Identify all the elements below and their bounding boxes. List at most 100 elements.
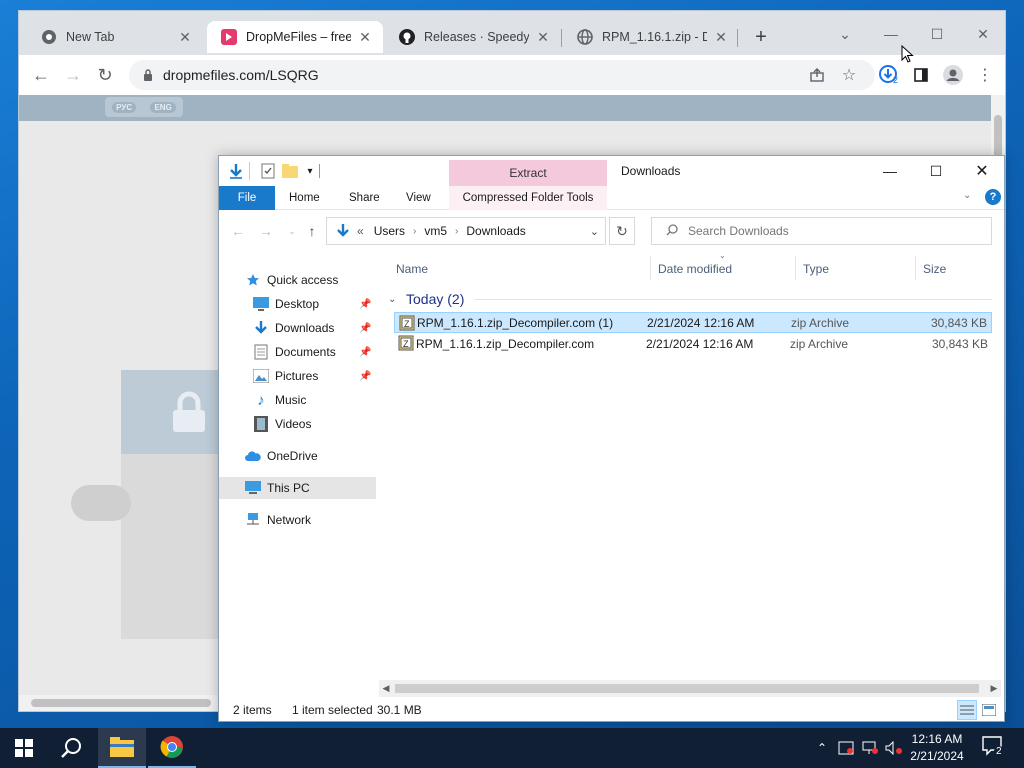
new-folder-icon[interactable] <box>281 162 299 180</box>
chevron-down-icon[interactable]: ⌄ <box>590 225 599 238</box>
back-button[interactable]: ← <box>27 61 55 89</box>
pin-icon[interactable]: 📌 <box>359 299 371 310</box>
taskbar-file-explorer[interactable] <box>98 728 146 768</box>
tab-new-tab[interactable]: New Tab ✕ <box>27 21 203 53</box>
minimize-button[interactable]: — <box>867 156 913 186</box>
pin-icon[interactable]: 📌 <box>359 347 371 358</box>
bookmark-star-icon[interactable]: ☆ <box>835 61 863 89</box>
tab-view[interactable]: View <box>394 186 443 210</box>
back-button[interactable]: ← <box>227 220 249 242</box>
file-size: 30,843 KB <box>931 336 988 351</box>
customize-quick-access-icon[interactable]: ▾ <box>301 162 319 180</box>
tab-dropmefiles[interactable]: DropMeFiles – free o ✕ <box>207 21 383 53</box>
search-input[interactable] <box>688 224 968 238</box>
tab-home[interactable]: Home <box>277 186 332 210</box>
download-count: 2 <box>893 75 899 85</box>
column-header-name[interactable]: Name <box>388 258 650 280</box>
collapse-group-icon[interactable]: ⌄ <box>388 294 402 305</box>
breadcrumb-users[interactable]: Users <box>374 224 405 238</box>
file-row[interactable]: Z RPM_1.16.1.zip_Decompiler.com (1) 2/21… <box>394 312 992 333</box>
star-icon <box>245 272 261 288</box>
nav-downloads[interactable]: Downloads 📌 <box>253 317 381 339</box>
tab-compressed-folder-tools[interactable]: Compressed Folder Tools <box>449 186 607 210</box>
nav-videos[interactable]: Videos <box>253 413 311 435</box>
close-window-button[interactable]: ✕ <box>959 156 1005 186</box>
new-tab-button[interactable]: + <box>749 25 773 49</box>
language-switch[interactable]: РУС ENG <box>105 97 183 117</box>
breadcrumb-downloads[interactable]: Downloads <box>466 224 525 238</box>
status-item-count: 2 items <box>233 703 272 717</box>
close-window-button[interactable]: ✕ <box>963 19 1003 49</box>
scroll-thumb[interactable] <box>395 684 979 693</box>
column-header-type[interactable]: Type <box>795 258 915 280</box>
refresh-button[interactable]: ↻ <box>609 217 635 245</box>
file-list-horizontal-scrollbar[interactable]: ◀ ▶ <box>379 680 1001 697</box>
tab-search-icon[interactable]: ⌄ <box>825 19 865 49</box>
security-icon[interactable] <box>836 738 856 758</box>
menu-kebab-icon[interactable]: ⋮ <box>971 61 999 89</box>
status-selection-size: 30.1 MB <box>377 703 422 717</box>
breadcrumb-overflow[interactable]: « <box>357 224 364 238</box>
notification-center-icon[interactable]: 2 <box>982 736 1006 760</box>
recent-locations-icon[interactable]: ⌄ <box>281 220 303 242</box>
scroll-left-arrow[interactable]: ◀ <box>379 680 393 697</box>
page-horizontal-scrollbar[interactable] <box>19 695 219 711</box>
reload-button[interactable]: ↻ <box>91 61 119 89</box>
details-view-icon[interactable] <box>957 700 977 720</box>
nav-label: Downloads <box>275 321 335 335</box>
file-row[interactable]: Z RPM_1.16.1.zip_Decompiler.com 2/21/202… <box>394 333 992 354</box>
side-panel-icon[interactable] <box>907 61 935 89</box>
nav-pictures[interactable]: Pictures 📌 <box>253 365 381 387</box>
downloads-icon[interactable]: 2 <box>875 61 903 89</box>
help-icon[interactable]: ? <box>985 189 1001 205</box>
expand-ribbon-icon[interactable]: ⌄ <box>963 190 971 201</box>
start-button[interactable] <box>0 728 48 768</box>
breadcrumb-vm5[interactable]: vm5 <box>424 224 447 238</box>
nav-network[interactable]: Network <box>245 509 311 531</box>
scroll-right-arrow[interactable]: ▶ <box>987 680 1001 697</box>
tab-file[interactable]: File <box>219 186 275 210</box>
show-hidden-icons-chevron-icon[interactable]: ⌃ <box>813 738 831 758</box>
file-explorer-window: ▾ Extract Downloads — ☐ ✕ File Home Shar… <box>218 155 1005 722</box>
lang-ru[interactable]: РУС <box>112 101 137 113</box>
toolbar-divider <box>249 162 250 180</box>
column-header-date[interactable]: Date modified <box>650 258 795 280</box>
close-tab-icon[interactable]: ✕ <box>535 29 551 45</box>
close-tab-icon[interactable]: ✕ <box>177 29 193 45</box>
maximize-button[interactable]: ☐ <box>917 19 957 49</box>
large-icons-view-icon[interactable] <box>979 700 999 720</box>
nav-desktop[interactable]: Desktop 📌 <box>253 293 381 315</box>
page-button[interactable] <box>71 485 131 521</box>
tab-decompiler[interactable]: RPM_1.16.1.zip - Dec ✕ <box>563 21 739 53</box>
nav-quick-access[interactable]: Quick access <box>245 269 338 291</box>
maximize-button[interactable]: ☐ <box>913 156 959 186</box>
close-tab-icon[interactable]: ✕ <box>357 29 373 45</box>
taskbar-chrome[interactable] <box>148 728 196 768</box>
lang-en[interactable]: ENG <box>150 101 176 113</box>
network-status-icon[interactable] <box>860 738 880 758</box>
share-icon[interactable] <box>803 61 831 89</box>
forward-button[interactable]: → <box>59 61 87 89</box>
nav-documents[interactable]: Documents 📌 <box>253 341 381 363</box>
system-clock[interactable]: 12:16 AM 2/21/2024 <box>902 731 972 765</box>
address-breadcrumb[interactable]: « Users › vm5 › Downloads ⌄ <box>326 217 606 245</box>
nav-onedrive[interactable]: OneDrive <box>245 445 318 467</box>
forward-button[interactable]: → <box>255 220 277 242</box>
search-button[interactable] <box>48 728 96 768</box>
tab-share[interactable]: Share <box>337 186 392 210</box>
nav-this-pc[interactable]: This PC <box>219 477 376 499</box>
volume-muted-icon[interactable] <box>884 738 904 758</box>
nav-music[interactable]: ♪ Music <box>253 389 306 411</box>
close-tab-icon[interactable]: ✕ <box>713 29 729 45</box>
pin-icon[interactable]: 📌 <box>359 323 371 334</box>
column-header-size[interactable]: Size <box>915 258 995 280</box>
pin-icon[interactable]: 📌 <box>359 371 371 382</box>
tab-github-releases[interactable]: Releases · Speedy11C ✕ <box>385 21 561 53</box>
search-box[interactable] <box>651 217 992 245</box>
profile-avatar-icon[interactable] <box>939 61 967 89</box>
group-header-today[interactable]: ⌄ Today (2) <box>388 288 992 310</box>
extract-context-tab[interactable]: Extract <box>449 160 607 186</box>
up-button[interactable]: ↑ <box>301 220 323 242</box>
properties-icon[interactable] <box>259 162 277 180</box>
address-bar[interactable]: dropmefiles.com/LSQRG <box>129 60 875 90</box>
